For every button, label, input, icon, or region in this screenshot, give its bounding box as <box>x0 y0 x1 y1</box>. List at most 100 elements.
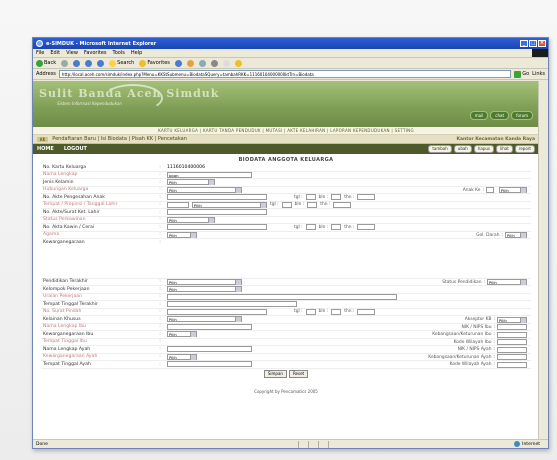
history-icon[interactable] <box>186 59 194 67</box>
propinsi-select[interactable]: Pilih <box>192 201 267 208</box>
akte-kawin-input[interactable] <box>167 224 267 231</box>
status-pendidikan-select[interactable]: Pilih <box>487 279 527 286</box>
uraian-input[interactable] <box>167 293 397 300</box>
agama-select[interactable]: Pilih <box>167 231 197 238</box>
nama-input[interactable]: ppan <box>167 171 252 178</box>
print-icon[interactable] <box>210 59 218 67</box>
row-pendidikan: Pendidikan Terakhir : Pilih Status Pendi… <box>41 278 531 286</box>
windows-logo-icon <box>532 49 548 57</box>
site-logo-title: Sulit Banda Aceh Simduk <box>39 87 220 100</box>
akte-pengesahan-thn[interactable] <box>357 194 376 201</box>
ubah-button[interactable]: ubah <box>453 145 472 153</box>
mail-button[interactable]: mail <box>469 111 489 120</box>
tambah-button[interactable]: tambah <box>428 145 452 153</box>
anak-ke-input[interactable] <box>486 187 494 194</box>
lihat-button[interactable]: lihat <box>496 145 513 153</box>
akte-pengesahan-bln[interactable] <box>331 194 342 201</box>
kawin-tgl[interactable] <box>305 224 316 231</box>
home-bar: HOME LOGOUT tambah ubah hapus lihat repo… <box>33 144 539 154</box>
chat-button[interactable]: chat <box>490 111 510 120</box>
mail-icon[interactable] <box>198 59 206 67</box>
edit-icon[interactable] <box>222 59 230 67</box>
close-button[interactable]: × <box>538 40 546 47</box>
forum-button[interactable]: forum <box>511 111 533 120</box>
home-icon[interactable] <box>97 59 105 67</box>
status-text: Done <box>36 441 48 447</box>
browser-window: e-SIMDUK - Microsoft Internet Explorer _… <box>32 37 549 449</box>
report-button[interactable]: report <box>514 145 535 153</box>
favorites-button[interactable]: Favorites <box>139 59 170 67</box>
status-kawin-select[interactable]: Pilih <box>167 216 215 223</box>
gol-darah-select[interactable]: Pilih <box>505 232 527 239</box>
kelainan-select[interactable]: Pilih <box>167 316 242 323</box>
sub-nav-links[interactable]: Pendaftaran Baru | Isi Biodata | Pisah K… <box>52 136 187 142</box>
no-kk-value: 1116010400006 <box>167 164 205 170</box>
row-kelainan: Kelainan Khusus : Pilih Akseptor KB : Pi… <box>41 316 531 324</box>
hapus-button[interactable]: hapus <box>473 145 494 153</box>
section-tag: KK <box>37 136 49 142</box>
akte-lahir-input[interactable] <box>167 209 267 216</box>
menu-file[interactable]: File <box>36 50 44 56</box>
kawin-thn[interactable] <box>357 224 376 231</box>
nik-ibu-input[interactable] <box>497 324 527 331</box>
pindah-bln[interactable] <box>331 308 342 315</box>
search-button[interactable]: Search <box>109 59 134 67</box>
sub-nav: KK Pendaftaran Baru | Isi Biodata | Pisa… <box>33 135 539 144</box>
kebangsaan-ayah-input[interactable] <box>497 354 527 361</box>
kode-wilayah-ayah-input[interactable] <box>497 361 527 368</box>
akseptor-kb-select[interactable]: Pilih <box>497 316 527 323</box>
alamat-input[interactable] <box>167 301 297 308</box>
menu-edit[interactable]: Edit <box>50 50 60 56</box>
jk-select[interactable]: Pilih <box>167 179 215 186</box>
kawin-bln[interactable] <box>331 224 342 231</box>
menu-view[interactable]: View <box>66 50 78 56</box>
kwn-ayah-select[interactable]: Pilih <box>167 353 197 360</box>
tempat-lahir-input[interactable] <box>167 201 189 208</box>
kelompok-select[interactable]: Pilih <box>167 286 242 293</box>
nik-ibu-label: NIK / NIPS Ibu <box>461 324 492 330</box>
simpan-button[interactable]: Simpan <box>263 370 287 378</box>
nama-ibu-input[interactable] <box>167 323 252 330</box>
nik-ayah-input[interactable] <box>497 346 527 353</box>
tt-ayah-input[interactable] <box>167 361 252 368</box>
home-link[interactable]: HOME <box>37 146 54 152</box>
reset-button[interactable]: Reset <box>288 370 309 378</box>
title-bar[interactable]: e-SIMDUK - Microsoft Internet Explorer _… <box>33 38 548 49</box>
kode-wilayah-ibu-label: Kode Wilayah Ibu <box>453 339 492 345</box>
row-kewarganegaraan: Kewarganegaraan : <box>43 240 161 246</box>
kwn-ibu-select[interactable]: Pilih <box>167 331 197 338</box>
address-input[interactable]: http://local.aceh.com/simduk/index.php?M… <box>58 70 512 78</box>
pendidikan-select[interactable]: Pilih <box>167 278 242 285</box>
media-icon[interactable] <box>174 59 182 67</box>
akte-pengesahan-input[interactable] <box>167 194 267 201</box>
menu-bar: File Edit View Favorites Tools Help <box>33 49 548 58</box>
messenger-icon[interactable] <box>234 59 242 67</box>
stop-icon[interactable] <box>73 59 81 67</box>
surat-pindah-input[interactable] <box>167 308 267 315</box>
go-button[interactable]: Go <box>514 70 529 78</box>
pindah-tgl[interactable] <box>305 308 316 315</box>
maximize-button[interactable]: □ <box>529 40 537 47</box>
lahir-thn[interactable] <box>333 201 352 208</box>
akte-pengesahan-tgl[interactable] <box>305 194 316 201</box>
main-nav[interactable]: KARTU KELUARGA | KARTU TANDA PENDUDUK | … <box>33 127 539 135</box>
lahir-bln[interactable] <box>307 201 318 208</box>
links-button[interactable]: Links <box>532 71 545 77</box>
site-banner: Sulit Banda Aceh Simduk Sistem Informasi… <box>33 81 539 127</box>
forward-arrow-icon[interactable] <box>61 59 69 67</box>
nama-ayah-input[interactable] <box>167 346 252 353</box>
lahir-tgl[interactable] <box>281 201 292 208</box>
menu-tools[interactable]: Tools <box>113 50 125 56</box>
menu-favorites[interactable]: Favorites <box>84 50 107 56</box>
menu-help[interactable]: Help <box>131 50 142 56</box>
vertical-scrollbar[interactable] <box>538 81 548 439</box>
logout-link[interactable]: LOGOUT <box>64 146 87 152</box>
kebangsaan-ibu-input[interactable] <box>497 331 527 338</box>
kode-wilayah-ibu-input[interactable] <box>497 339 527 346</box>
anak-ke-select[interactable]: Pilih <box>499 187 527 194</box>
minimize-button[interactable]: _ <box>520 40 528 47</box>
hub-select[interactable]: Pilih <box>167 186 242 193</box>
pindah-thn[interactable] <box>357 308 376 315</box>
refresh-icon[interactable] <box>85 59 93 67</box>
back-button[interactable]: Back <box>36 59 56 67</box>
